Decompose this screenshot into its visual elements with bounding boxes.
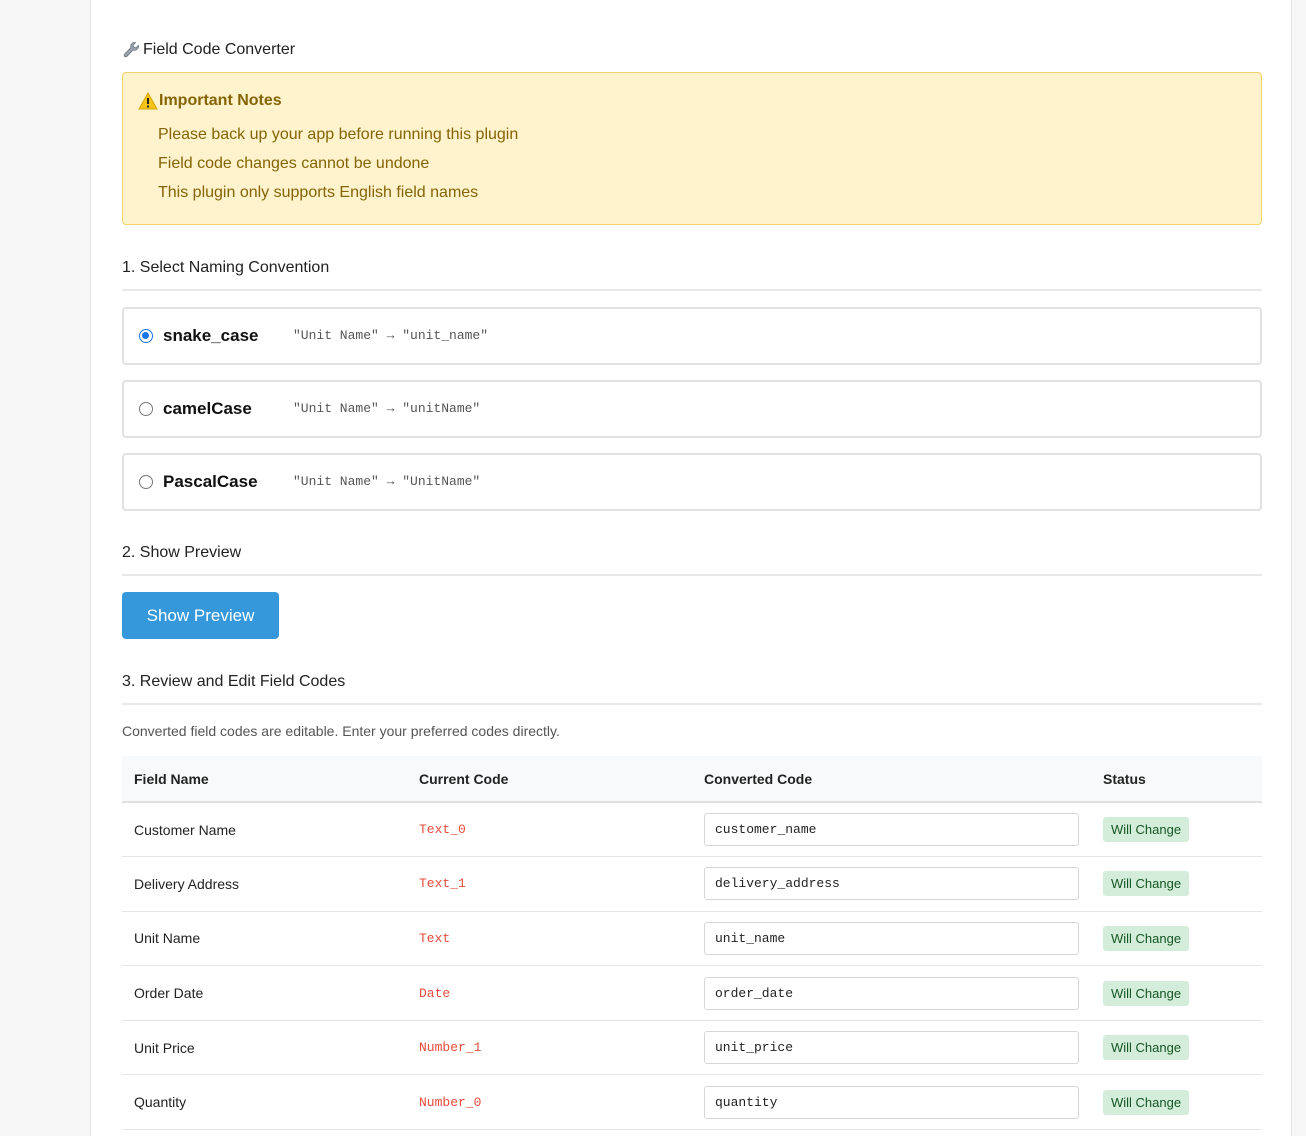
status-cell: Will Change [1091, 911, 1262, 966]
field-name-cell: Order Date [134, 985, 204, 1002]
field-name-cell: Delivery Address [134, 875, 240, 892]
status-badge: Will Change [1103, 871, 1190, 897]
field-name-cell: Customer Name [134, 821, 236, 838]
header-field-name: Field Name [122, 756, 407, 803]
option-camel-case[interactable]: camelCase "Unit Name" → "unitName" [122, 380, 1262, 438]
status-badge: Will Change [1103, 980, 1190, 1006]
status-badge: Will Change [1103, 817, 1190, 843]
table-row: Unit Price Number_1 Will Change [122, 1020, 1262, 1075]
camel-case-radio[interactable] [139, 402, 153, 416]
current-code-cell: Number_1 [419, 1040, 482, 1056]
converted-code-cell [692, 857, 1091, 912]
pascal-case-radio[interactable] [139, 475, 153, 489]
converted-code-input[interactable] [704, 813, 1079, 847]
status-badge: Will Change [1103, 1035, 1190, 1061]
important-notes-box: Important Notes Please back up your app … [122, 72, 1262, 225]
field-name-cell: Unit Name [134, 930, 201, 947]
converted-code-cell [692, 911, 1091, 966]
current-code-cell: Text [419, 930, 451, 946]
converted-code-cell [692, 966, 1091, 1021]
notes-list: Please back up your app before running t… [158, 125, 518, 212]
wrench-icon [123, 42, 139, 58]
notes-title: Important Notes [138, 92, 282, 110]
status-badge: Will Change [1103, 1089, 1190, 1115]
header-converted-code: Converted Code [692, 756, 1091, 803]
option-example: "Unit Name" → "unit_name" [293, 328, 489, 343]
current-code-cell: Number_0 [419, 1094, 482, 1110]
table-header-row: Field Name Current Code Converted Code S… [122, 756, 1262, 803]
field-name-cell: Unit Price [134, 1039, 195, 1056]
note-item: This plugin only supports English field … [158, 184, 479, 201]
current-code-cell: Text_0 [419, 822, 466, 838]
table-row: Quantity Number_0 Will Change [122, 1075, 1262, 1130]
option-label: camelCase [163, 399, 252, 418]
page-title: Field Code Converter [122, 40, 295, 60]
status-cell: Will Change [1091, 802, 1262, 857]
status-cell: Will Change [1091, 966, 1262, 1021]
notes-title-text: Important Notes [159, 92, 282, 109]
header-current-code: Current Code [407, 756, 692, 803]
option-label: snake_case [163, 326, 259, 345]
converted-code-input[interactable] [704, 976, 1079, 1010]
header-status: Status [1091, 756, 1262, 803]
status-cell: Will Change [1091, 1020, 1262, 1075]
converted-code-cell [692, 802, 1091, 857]
option-label: PascalCase [163, 472, 258, 491]
snake-case-radio[interactable] [139, 329, 153, 343]
note-item: Field code changes cannot be undone [158, 155, 430, 172]
converted-code-input[interactable] [704, 867, 1079, 901]
option-example: "Unit Name" → "UnitName" [293, 474, 481, 489]
current-code-cell: Date [419, 985, 451, 1001]
converted-code-cell [692, 1020, 1091, 1075]
note-item: Please back up your app before running t… [158, 126, 519, 143]
converted-code-input[interactable] [704, 921, 1079, 955]
table-body: Customer NameText_0Will ChangeDelivery A… [122, 802, 1262, 1130]
table-row: Delivery Address Text_1 Will Change [122, 857, 1262, 912]
table-row: Order Date Date Will Change [122, 966, 1262, 1021]
warning-icon [138, 92, 158, 110]
converted-code-input[interactable] [704, 1085, 1079, 1119]
table-row: Unit Name Text Will Change [122, 911, 1262, 966]
field-codes-table: Field Name Current Code Converted Code S… [122, 756, 1262, 1130]
help-text: Converted field codes are editable. Ente… [122, 723, 560, 739]
current-code-cell: Text_1 [419, 876, 466, 892]
status-cell: Will Change [1091, 857, 1262, 912]
section-naming-title: 1. Select Naming Convention [122, 259, 1262, 291]
option-example: "Unit Name" → "unitName" [293, 401, 481, 416]
field-name-cell: Quantity [134, 1094, 187, 1111]
section-review-title: 3. Review and Edit Field Codes [122, 673, 1262, 705]
section-preview-title: 2. Show Preview [122, 544, 1262, 576]
option-snake-case[interactable]: snake_case "Unit Name" → "unit_name" [122, 307, 1262, 365]
status-cell: Will Change [1091, 1075, 1262, 1130]
converted-code-input[interactable] [704, 1031, 1079, 1065]
show-preview-button[interactable]: Show Preview [122, 592, 279, 639]
page-title-text: Field Code Converter [143, 41, 296, 58]
table-row: Customer Name Text_0 Will Change [122, 802, 1262, 857]
converted-code-cell [692, 1075, 1091, 1130]
option-pascal-case[interactable]: PascalCase "Unit Name" → "UnitName" [122, 453, 1262, 511]
status-badge: Will Change [1103, 925, 1190, 951]
plugin-settings-panel: Field Code Converter Important Notes Ple… [90, 0, 1292, 1136]
